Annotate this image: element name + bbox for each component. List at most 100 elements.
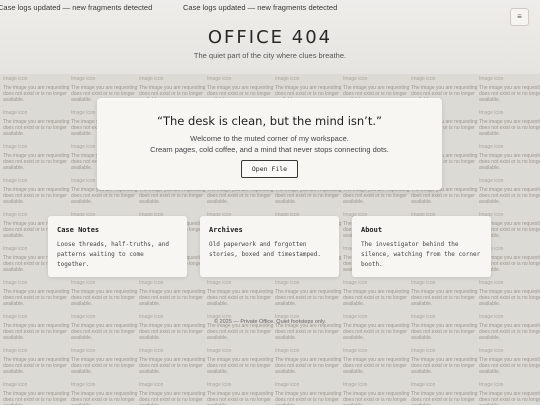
tile-text: The image you are requesting does not ex… bbox=[139, 289, 206, 307]
tile-label: Image icon bbox=[479, 280, 504, 286]
broken-image-tile: Image icon The image you are requesting d… bbox=[207, 280, 275, 314]
tile-text: The image you are requesting does not ex… bbox=[479, 323, 540, 341]
tile-text: The image you are requesting does not ex… bbox=[139, 357, 206, 375]
card-text: The investigator behind the silence, wat… bbox=[361, 241, 481, 268]
tile-label: Image icon bbox=[411, 348, 436, 354]
menu-button[interactable]: ≡ bbox=[510, 8, 529, 26]
tile-label: Image icon bbox=[139, 76, 164, 82]
tile-label: Image icon bbox=[411, 76, 436, 82]
tile-text: The image you are requesting does not ex… bbox=[479, 153, 540, 171]
broken-image-tile: Image icon The image you are requesting d… bbox=[275, 348, 343, 382]
tile-text: The image you are requesting does not ex… bbox=[479, 85, 540, 103]
tile-text: The image you are requesting does not ex… bbox=[207, 323, 274, 341]
tile-text: The image you are requesting does not ex… bbox=[71, 323, 138, 341]
tile-label: Image icon bbox=[207, 76, 232, 82]
tile-text: The image you are requesting does not ex… bbox=[479, 357, 540, 375]
card-archives[interactable]: Archives Old paperwork and forgotten sto… bbox=[200, 216, 339, 277]
tile-text: The image you are requesting does not ex… bbox=[71, 357, 138, 375]
tile-text: The image you are requesting does not ex… bbox=[275, 357, 342, 375]
card-about[interactable]: About The investigator behind the silenc… bbox=[352, 216, 491, 277]
broken-image-tile: Image icon The image you are requesting d… bbox=[343, 382, 411, 405]
card-title: About bbox=[361, 226, 383, 234]
open-file-button[interactable]: Open File bbox=[241, 160, 298, 178]
card-text: Loose threads, half-truths, and patterns… bbox=[57, 241, 169, 268]
tile-text: The image you are requesting does not ex… bbox=[479, 187, 540, 205]
broken-image-tile: Image icon The image you are requesting d… bbox=[3, 382, 71, 405]
tile-text: The image you are requesting does not ex… bbox=[411, 289, 478, 307]
tile-text: The image you are requesting does not ex… bbox=[71, 391, 138, 405]
tile-text: The image you are requesting does not ex… bbox=[207, 289, 274, 307]
tile-text: The image you are requesting does not ex… bbox=[479, 289, 540, 307]
tile-label: Image icon bbox=[207, 382, 232, 388]
tile-text: The image you are requesting does not ex… bbox=[275, 323, 342, 341]
tile-label: Image icon bbox=[3, 280, 28, 286]
broken-image-tile: Image icon The image you are requesting d… bbox=[3, 280, 71, 314]
tile-label: Image icon bbox=[207, 348, 232, 354]
broken-image-tile: Image icon The image you are requesting d… bbox=[71, 382, 139, 405]
tile-label: Image icon bbox=[343, 348, 368, 354]
tile-text: The image you are requesting does not ex… bbox=[343, 323, 410, 341]
tile-text: The image you are requesting does not ex… bbox=[275, 391, 342, 405]
hero-text-line: Cream pages, cold coffee, and a mind tha… bbox=[150, 145, 389, 154]
tile-label: Image icon bbox=[71, 76, 96, 82]
tile-text: The image you are requesting does not ex… bbox=[3, 289, 70, 307]
tile-text: The image you are requesting does not ex… bbox=[411, 391, 478, 405]
tile-label: Image icon bbox=[275, 280, 300, 286]
broken-image-tile: Image icon The image you are requesting d… bbox=[139, 382, 207, 405]
page-subtitle: The quiet part of the city where clues b… bbox=[193, 51, 347, 60]
tile-label: Image icon bbox=[71, 280, 96, 286]
broken-image-tile: Image icon The image you are requesting d… bbox=[411, 348, 479, 382]
tile-text: The image you are requesting does not ex… bbox=[411, 323, 478, 341]
tile-label: Image icon bbox=[479, 76, 504, 82]
ticker-item: Case logs updated — new fragments detect… bbox=[0, 3, 153, 12]
tile-label: Image icon bbox=[275, 348, 300, 354]
tile-label: Image icon bbox=[411, 280, 436, 286]
tile-label: Image icon bbox=[139, 382, 164, 388]
hero-panel: “The desk is clean, but the mind isn’t.”… bbox=[97, 98, 442, 190]
broken-image-tile: Image icon The image you are requesting d… bbox=[275, 280, 343, 314]
tile-text: The image you are requesting does not ex… bbox=[71, 289, 138, 307]
hero-text-line: Welcome to the muted corner of my worksp… bbox=[190, 134, 349, 143]
tile-label: Image icon bbox=[479, 382, 504, 388]
tile-text: The image you are requesting does not ex… bbox=[275, 289, 342, 307]
tile-label: Image icon bbox=[275, 382, 300, 388]
ticker-item: Case logs updated — new fragments detect… bbox=[183, 3, 338, 12]
tile-label: Image icon bbox=[207, 280, 232, 286]
tile-text: The image you are requesting does not ex… bbox=[3, 187, 70, 205]
broken-image-tile: Image icon The image you are requesting d… bbox=[3, 110, 71, 144]
broken-image-tile: Image icon The image you are requesting d… bbox=[139, 348, 207, 382]
tile-label: Image icon bbox=[343, 382, 368, 388]
footer: © 2025 — Private Office. Quiet footsteps… bbox=[213, 319, 327, 325]
tile-label: Image icon bbox=[3, 178, 28, 184]
tile-text: The image you are requesting does not ex… bbox=[3, 153, 70, 171]
tile-label: Image icon bbox=[479, 110, 504, 116]
menu-icon: ≡ bbox=[517, 12, 522, 21]
tile-label: Image icon bbox=[411, 382, 436, 388]
news-ticker: Case logs updated — new fragments detect… bbox=[0, 0, 540, 16]
card-title: Case Notes bbox=[57, 226, 100, 234]
tile-label: Image icon bbox=[3, 76, 28, 82]
tile-text: The image you are requesting does not ex… bbox=[207, 391, 274, 405]
tile-text: The image you are requesting does not ex… bbox=[207, 357, 274, 375]
broken-image-tile: Image icon The image you are requesting d… bbox=[139, 280, 207, 314]
tile-label: Image icon bbox=[479, 178, 504, 184]
tile-label: Image icon bbox=[479, 144, 504, 150]
broken-image-tile: Image icon The image you are requesting d… bbox=[3, 76, 71, 110]
broken-image-tile: Image icon The image you are requesting d… bbox=[3, 144, 71, 178]
tile-text: The image you are requesting does not ex… bbox=[3, 119, 70, 137]
tile-label: Image icon bbox=[71, 382, 96, 388]
broken-image-tile: Image icon The image you are requesting d… bbox=[479, 280, 540, 314]
page-title: OFFICE 404 bbox=[207, 27, 333, 48]
tile-label: Image icon bbox=[343, 280, 368, 286]
broken-image-tile: Image icon The image you are requesting d… bbox=[71, 280, 139, 314]
card-text: Old paperwork and forgotten stories, box… bbox=[209, 241, 321, 258]
tile-text: The image you are requesting does not ex… bbox=[343, 289, 410, 307]
broken-image-tile: Image icon The image you are requesting d… bbox=[479, 382, 540, 405]
card-case-notes[interactable]: Case Notes Loose threads, half-truths, a… bbox=[48, 216, 187, 277]
broken-image-tile: Image icon The image you are requesting d… bbox=[3, 178, 71, 212]
broken-image-tile: Image icon The image you are requesting d… bbox=[479, 348, 540, 382]
broken-image-tile: Image icon The image you are requesting d… bbox=[343, 280, 411, 314]
broken-image-tile: Image icon The image you are requesting d… bbox=[3, 348, 71, 382]
tile-label: Image icon bbox=[3, 110, 28, 116]
tile-text: The image you are requesting does not ex… bbox=[3, 323, 70, 341]
